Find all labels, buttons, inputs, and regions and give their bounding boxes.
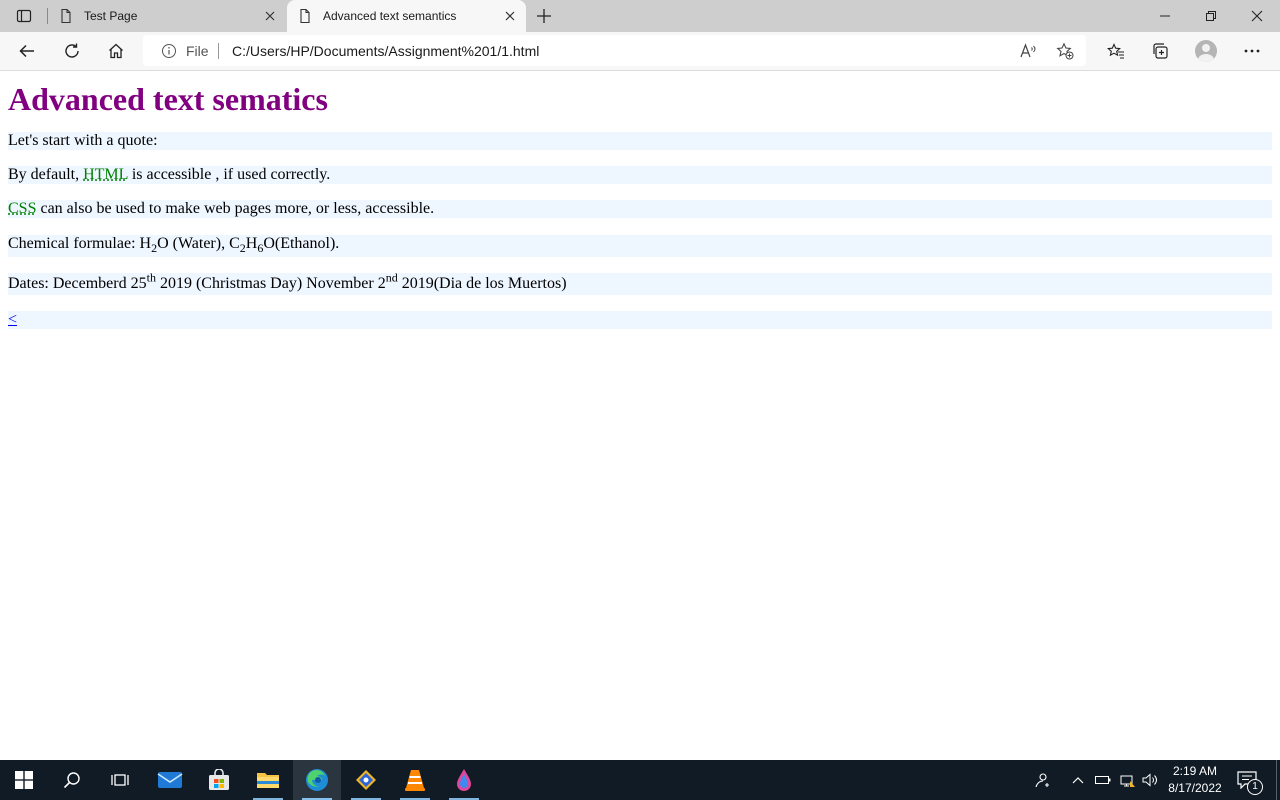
dates-line: Dates: Decemberd 25th 2019 (Christmas Da… [8,270,1272,295]
chemical-formulae-line: Chemical formulae: H2O (Water), C2H6O(Et… [8,235,1272,257]
scheme-label: File [186,43,209,59]
water-rest: O (Water), [157,235,230,252]
chevron-up-icon[interactable] [1068,760,1088,800]
html-abbreviation[interactable]: HTML [83,166,128,183]
read-aloud-icon[interactable] [1016,39,1040,63]
water-h: H [139,235,152,252]
close-tab-icon[interactable] [262,8,278,24]
favorites-icon[interactable] [1102,37,1130,65]
tab-title: Advanced text semantics [323,9,457,23]
edge-browser-icon[interactable] [293,760,341,800]
css-abbreviation[interactable]: CSS [8,200,36,217]
add-favorite-icon[interactable] [1053,39,1077,63]
windows-start-icon[interactable] [0,760,48,800]
info-icon[interactable] [161,43,177,59]
close-window-icon[interactable] [1234,0,1280,32]
back-icon[interactable] [13,37,41,65]
back-link-line: < [8,311,1272,329]
superscript-nd: nd [385,270,398,285]
battery-icon[interactable] [1093,760,1113,800]
tab-test-page[interactable]: Test Page [48,0,286,32]
quote-intro-line: Let's start with a quote: [8,132,1272,150]
tab-actions-icon[interactable] [8,4,40,28]
collections-icon[interactable] [1146,37,1174,65]
css-line: CSS can also be used to make web pages m… [8,200,1272,218]
address-bar[interactable]: File C:/Users/HP/Documents/Assignment%20… [143,35,1086,66]
paint-app-icon[interactable] [440,760,488,800]
page-content: Advanced text sematics Let's start with … [0,71,1280,760]
page-icon [297,8,313,24]
html-line-before: By default, [8,166,84,183]
quote-intro-text: Let's start with a quote: [8,132,158,149]
tab-title: Test Page [84,9,138,23]
people-icon[interactable] [1030,760,1054,800]
search-icon[interactable] [48,760,96,800]
mail-icon[interactable] [146,760,194,800]
task-view-icon[interactable] [96,760,144,800]
store-icon[interactable] [195,760,243,800]
clock-time: 2:19 AM [1172,764,1218,778]
formulae-prefix: Chemical formulae: [8,235,140,252]
restore-icon[interactable] [1188,0,1234,32]
profile-avatar[interactable] [1195,40,1217,62]
superscript-th: th [146,270,156,285]
tab-advanced-text-semantics[interactable]: Advanced text semantics [287,0,526,32]
page-heading: Advanced text sematics [8,81,328,117]
refresh-icon[interactable] [58,37,86,65]
git-app-icon[interactable] [342,760,390,800]
vlc-icon[interactable] [391,760,439,800]
notification-count-badge: 1 [1247,779,1263,795]
file-explorer-icon[interactable] [244,760,292,800]
html-line: By default, HTML is accessible , if used… [8,166,1272,184]
minimize-icon[interactable] [1142,0,1188,32]
back-link[interactable]: < [8,311,17,328]
more-options-icon[interactable] [1238,37,1266,65]
css-line-after: can also be used to make web pages more,… [36,200,435,217]
network-icon[interactable] [1116,760,1138,800]
home-icon[interactable] [102,37,130,65]
taskbar: 2:19 AM 8/17/2022 [0,760,1280,800]
page-icon [58,8,74,24]
volume-icon[interactable] [1140,760,1160,800]
tab-strip: Test Page Advanced text semantics [0,0,1280,32]
divider [218,43,219,59]
html-line-after: is accessible , if used correctly. [127,166,331,183]
browser-toolbar: File C:/Users/HP/Documents/Assignment%20… [0,32,1280,71]
new-tab-icon[interactable] [532,4,556,28]
ethanol-c: C [229,235,240,252]
show-desktop-button[interactable] [1276,760,1280,800]
dates-suffix: 2019(Dia de los Muertos) [397,275,567,292]
dates-prefix: Dates: Decemberd 25 [8,275,147,292]
system-clock[interactable]: 2:19 AM 8/17/2022 [1160,763,1230,797]
ethanol-rest: O(Ethanol). [263,235,340,252]
clock-date: 8/17/2022 [1168,781,1222,795]
url-text[interactable]: C:/Users/HP/Documents/Assignment%201/1.h… [232,43,539,59]
dates-middle: 2019 (Christmas Day) November 2 [155,275,386,292]
ethanol-h: H [245,235,258,252]
close-tab-icon[interactable] [502,8,518,24]
